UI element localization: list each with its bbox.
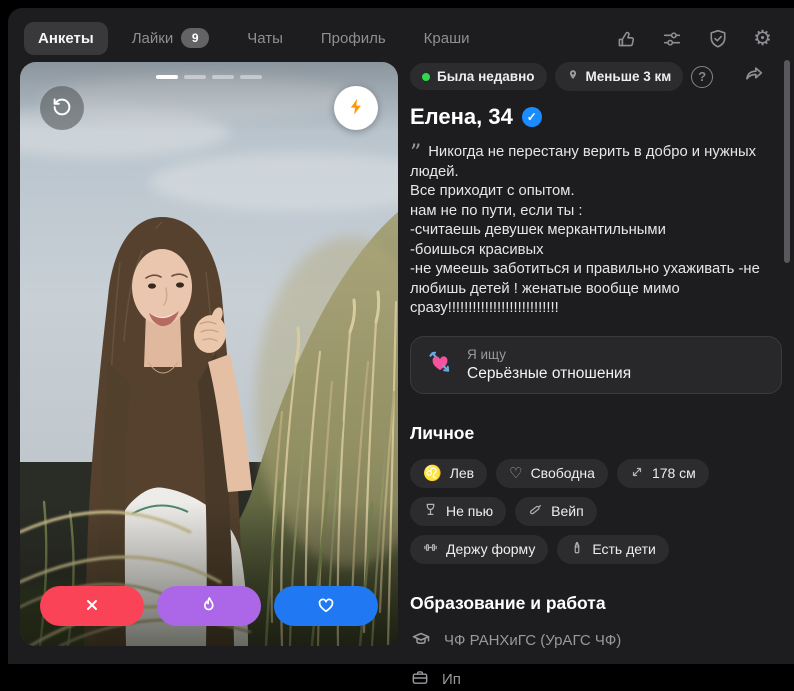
carousel-dot[interactable] [184,75,206,79]
heart-icon [316,595,336,618]
heart-outline-icon: ♡ [509,464,523,482]
personal-chips: ♌ Лев ♡ Свободна 178 см Не пью Вейп Держ… [410,458,720,564]
section-title-personal: Личное [410,422,475,443]
looking-for-card: Я ищу Серьёзные отношения [410,335,782,394]
chip-label: 178 см [651,465,696,481]
baby-bottle-icon [570,540,584,558]
leo-zodiac-icon: ♌ [423,464,442,482]
vape-pen-icon [528,502,543,520]
chip-label: Вейп [551,503,584,519]
heart-with-arrow-icon [427,349,453,380]
chip-relationship: ♡ Свободна [496,458,608,488]
chip-label: Есть дети [592,541,656,557]
section-title-education-work: Образование и работа [410,592,606,613]
status-badge-distance: Меньше 3 км [554,62,684,91]
height-arrows-icon [630,465,644,482]
looking-for-texts: Я ищу Серьёзные отношения [467,347,631,383]
status-row: Была недавно Меньше 3 км ? [410,62,782,91]
share-icon[interactable] [742,63,766,90]
education-label: ЧФ РАНХиГС (УрАГС ЧФ) [444,632,622,649]
x-icon [83,596,101,617]
like-button[interactable] [274,586,378,626]
lightning-bolt-icon [346,97,366,120]
chip-zodiac: ♌ Лев [410,458,488,488]
profile-name-age: Елена, 34 [410,104,513,129]
header-icons: ⚙ [615,28,772,50]
work-item: Ип [410,668,782,691]
quote-icon: ” [410,141,422,166]
action-buttons [40,586,378,626]
verified-badge-icon: ✓ [521,107,542,127]
superlike-fire-button[interactable] [157,586,261,626]
name-row: Елена, 34 ✓ [410,104,782,130]
briefcase-icon [410,668,430,691]
profile-bio: ” Никогда не перестану верить в добро и н… [410,143,782,319]
scrollbar[interactable] [784,60,790,263]
rewind-button[interactable] [40,86,84,130]
tab-profile[interactable]: Профиль [307,22,400,55]
dislike-button[interactable] [40,586,144,626]
carousel-dot[interactable] [212,75,234,79]
photo-carousel-dots [156,75,262,79]
boost-button[interactable] [334,86,378,130]
tab-crushes[interactable]: Краши [410,22,484,55]
tab-chats[interactable]: Чаты [233,22,297,55]
online-dot [422,72,430,81]
bio-text: Никогда не перестану верить в добро и ну… [410,144,760,316]
profile-info-panel: Была недавно Меньше 3 км ? Елена, 34 ✓ ”… [410,62,782,691]
status-badge-label: Меньше 3 км [585,69,672,84]
top-nav: Анкеты Лайки 9 Чаты Профиль Краши [24,20,484,56]
carousel-dot-active[interactable] [156,75,178,79]
status-badge-recently-online: Была недавно [410,63,547,90]
wine-glass-icon [423,502,438,520]
education-item: ЧФ РАНХиГС (УрАГС ЧФ) [410,629,782,653]
chip-alcohol: Не пью [410,496,507,526]
help-icon[interactable]: ? [691,65,714,88]
chip-height: 178 см [616,458,709,488]
shield-check-icon[interactable] [707,28,729,50]
chip-children: Есть дети [557,534,669,564]
tab-likes[interactable]: Лайки 9 [118,20,224,56]
chip-label: Лев [449,465,475,481]
tab-profiles-label: Анкеты [38,29,94,47]
dumbbell-icon [423,540,438,558]
profile-photo-card[interactable] [20,62,398,646]
tab-crushes-label: Краши [423,29,470,47]
thumbs-up-icon[interactable] [615,28,637,50]
app-window: Анкеты Лайки 9 Чаты Профиль Краши ⚙ Была… [8,8,794,688]
work-label: Ип [442,670,461,688]
carousel-dot[interactable] [240,75,262,79]
status-badge-label: Была недавно [437,69,535,84]
looking-for-label: Я ищу [467,346,507,362]
profile-photo [20,62,398,646]
tab-profiles[interactable]: Анкеты [24,21,108,55]
chip-label: Держу форму [446,541,536,557]
chip-fitness: Держу форму [410,534,549,564]
location-pin-icon [567,68,579,85]
flame-icon [199,595,219,618]
chip-label: Не пью [446,503,494,519]
chip-label: Свободна [530,465,595,481]
graduation-cap-icon [410,629,432,653]
looking-for-value: Серьёзные отношения [467,364,632,382]
settings-gear-icon[interactable]: ⚙ [753,28,772,50]
chip-smoking: Вейп [515,496,597,526]
tab-likes-label: Лайки [131,29,174,47]
tab-profile-label: Профиль [320,29,386,47]
tab-chats-label: Чаты [247,29,283,47]
rotate-ccw-icon [51,96,73,121]
filters-icon[interactable] [661,28,683,50]
likes-count-badge: 9 [181,28,210,48]
